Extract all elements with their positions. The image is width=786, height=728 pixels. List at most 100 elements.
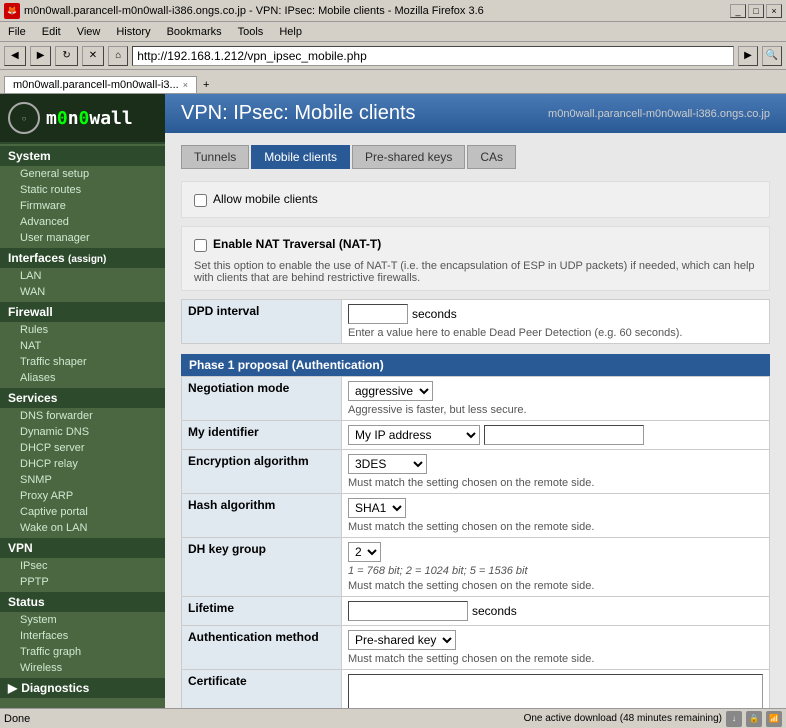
network-icon: 📶 [766,711,782,727]
help-menu[interactable]: Help [275,25,306,39]
file-menu[interactable]: File [4,25,30,39]
identifier-row: My identifier My IP address Distinguishe… [182,421,770,450]
auth-value-cell: Pre-shared key Certificate Must match th… [342,626,770,670]
allow-mobile-clients-label: Allow mobile clients [213,192,318,206]
sidebar: ○ m0n0wall System General setup Static r… [0,94,165,708]
dh-select[interactable]: 1 2 5 [348,542,381,562]
auth-label: Authentication method [182,626,342,670]
sidebar-item-traffic-shaper[interactable]: Traffic shaper [0,354,165,370]
sidebar-section-status[interactable]: Status [0,592,165,612]
tools-menu[interactable]: Tools [234,25,268,39]
stop-button[interactable]: ✕ [82,46,104,66]
nat-checkbox-container: Enable NAT Traversal (NAT-T) [194,233,757,256]
dh-value-cell: 1 2 5 1 = 768 bit; 2 = 1024 bit; 5 = 153… [342,538,770,597]
sidebar-item-system[interactable]: System [0,612,165,628]
go-button[interactable]: ▶ [738,46,758,66]
sidebar-item-firmware[interactable]: Firmware [0,198,165,214]
browser-tab-bar: m0n0wall.parancell-m0n0wall-i3... × + [0,70,786,94]
sidebar-section-services[interactable]: Services [0,388,165,408]
sidebar-item-dhcp-relay[interactable]: DHCP relay [0,456,165,472]
tab-tunnels[interactable]: Tunnels [181,145,249,169]
lifetime-input-row: seconds [348,601,763,621]
address-bar[interactable] [132,46,734,66]
nat-container: Enable NAT Traversal (NAT-T) Set this op… [194,233,757,284]
sidebar-section-diagnostics[interactable]: ▶ Diagnostics [0,678,165,698]
minimize-button[interactable]: _ [730,4,746,18]
sidebar-item-general-setup[interactable]: General setup [0,166,165,182]
sidebar-item-captive-portal[interactable]: Captive portal [0,504,165,520]
sidebar-item-rules[interactable]: Rules [0,322,165,338]
back-button[interactable]: ◀ [4,46,26,66]
sidebar-item-wake-on-lan[interactable]: Wake on LAN [0,520,165,536]
view-menu[interactable]: View [73,25,105,39]
allow-mobile-clients-checkbox[interactable] [194,194,207,207]
sidebar-section-system[interactable]: System [0,146,165,166]
security-icon: 🔒 [746,711,762,727]
sidebar-item-wireless[interactable]: Wireless [0,660,165,676]
browser-title: m0n0wall.parancell-m0n0wall-i386.ongs.co… [24,5,730,17]
new-tab-button[interactable]: + [197,77,215,93]
certificate-textarea[interactable] [348,674,763,708]
encryption-row: Encryption algorithm 3DES AES Blowfish C… [182,450,770,494]
sidebar-item-dynamic-dns[interactable]: Dynamic DNS [0,424,165,440]
identifier-type-select[interactable]: My IP address Distinguished name User FQ… [348,425,480,445]
sidebar-item-user-manager[interactable]: User manager [0,230,165,246]
sidebar-item-lan[interactable]: LAN [0,268,165,284]
browser-toolbar: ◀ ▶ ↻ ✕ ⌂ ▶ 🔍 [0,42,786,70]
sidebar-item-pptp[interactable]: PPTP [0,574,165,590]
enable-nat-checkbox[interactable] [194,239,207,252]
sidebar-item-proxy-arp[interactable]: Proxy ARP [0,488,165,504]
sidebar-item-wan[interactable]: WAN [0,284,165,300]
sidebar-item-traffic-graph[interactable]: Traffic graph [0,644,165,660]
auth-select[interactable]: Pre-shared key Certificate [348,630,456,650]
lifetime-value-cell: seconds [342,597,770,626]
allow-mobile-clients-container: Allow mobile clients [194,188,318,211]
search-button[interactable]: 🔍 [762,46,782,66]
reload-button[interactable]: ↻ [55,46,77,66]
tab-pre-shared-keys[interactable]: Pre-shared keys [352,145,465,169]
sidebar-item-advanced[interactable]: Advanced [0,214,165,230]
sidebar-item-nat[interactable]: NAT [0,338,165,354]
sidebar-item-static-routes[interactable]: Static routes [0,182,165,198]
negotiation-select[interactable]: aggressive main [348,381,433,401]
browser-tab-1[interactable]: m0n0wall.parancell-m0n0wall-i3... × [4,76,197,93]
tab-cas[interactable]: CAs [467,145,516,169]
edit-menu[interactable]: Edit [38,25,65,39]
history-menu[interactable]: History [112,25,154,39]
certificate-label: Certificate [182,670,342,709]
tab-close-icon[interactable]: × [183,80,188,90]
auth-row: Authentication method Pre-shared key Cer… [182,626,770,670]
logo-icon: ○ [8,102,40,134]
dpd-input[interactable] [348,304,408,324]
maximize-button[interactable]: □ [748,4,764,18]
page-tab-bar: Tunnels Mobile clients Pre-shared keys C… [181,145,770,169]
hash-select[interactable]: SHA1 MD5 [348,498,406,518]
browser-title-bar: 🦊 m0n0wall.parancell-m0n0wall-i386.ongs.… [0,0,786,22]
bookmarks-menu[interactable]: Bookmarks [163,25,226,39]
main-content: VPN: IPsec: Mobile clients m0n0wall.para… [165,94,786,708]
enable-nat-row: Enable NAT Traversal (NAT-T) Set this op… [181,226,770,291]
home-button[interactable]: ⌂ [108,46,128,66]
identifier-value-input[interactable] [484,425,644,445]
window-controls: _ □ × [730,4,782,18]
identifier-value-cell: My IP address Distinguished name User FQ… [342,421,770,450]
sidebar-section-firewall[interactable]: Firewall [0,302,165,322]
sidebar-item-aliases[interactable]: Aliases [0,370,165,386]
lifetime-input[interactable] [348,601,468,621]
tab-mobile-clients[interactable]: Mobile clients [251,145,350,169]
page-header: VPN: IPsec: Mobile clients m0n0wall.para… [165,94,786,133]
sidebar-item-interfaces[interactable]: Interfaces [0,628,165,644]
download-icon: ↓ [726,711,742,727]
sidebar-item-snmp[interactable]: SNMP [0,472,165,488]
sidebar-section-vpn[interactable]: VPN [0,538,165,558]
sidebar-item-dns-forwarder[interactable]: DNS forwarder [0,408,165,424]
lifetime-unit: seconds [472,604,517,618]
forward-button[interactable]: ▶ [30,46,52,66]
negotiation-label: Negotiation mode [182,377,342,421]
close-button[interactable]: × [766,4,782,18]
dpd-unit: seconds [412,307,457,321]
encryption-select[interactable]: 3DES AES Blowfish CAST128 [348,454,427,474]
sidebar-item-dhcp-server[interactable]: DHCP server [0,440,165,456]
sidebar-section-interfaces[interactable]: Interfaces (assign) [0,248,165,268]
sidebar-item-ipsec[interactable]: IPsec [0,558,165,574]
